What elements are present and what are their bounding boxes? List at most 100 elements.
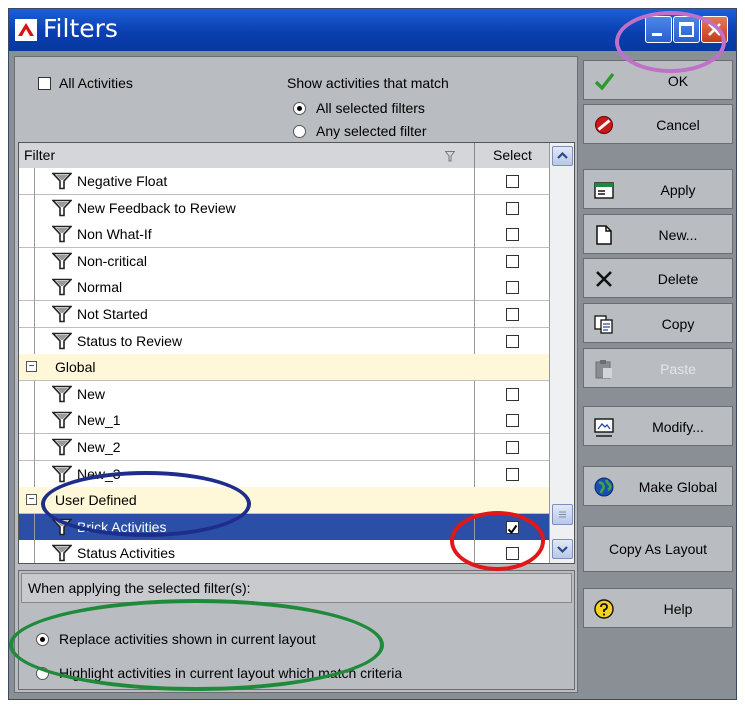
select-cell — [474, 460, 549, 488]
tree-line — [34, 168, 35, 195]
filter-row[interactable]: Brick Activities — [19, 513, 549, 541]
collapse-toggle[interactable]: − — [26, 494, 37, 506]
filter-funnel-icon — [52, 385, 72, 403]
grip-icon — [559, 511, 566, 518]
copy-button[interactable]: Copy — [583, 303, 733, 343]
paste-button[interactable]: Paste — [583, 348, 733, 388]
delete-button[interactable]: Delete — [583, 258, 733, 298]
help-icon — [594, 599, 614, 619]
delete-x-icon — [596, 271, 612, 287]
select-checkbox[interactable] — [506, 520, 519, 534]
action-buttons: OK Cancel Apply New... Delete Copy Paste Modify… — [583, 56, 733, 693]
button-label: Help — [663, 601, 693, 617]
new-document-icon — [596, 225, 612, 245]
filter-row[interactable]: Non-critical — [19, 247, 549, 275]
select-checkbox[interactable] — [506, 175, 519, 188]
match-heading: Show activities that match — [287, 75, 449, 91]
replace-activities-radio[interactable] — [36, 633, 49, 646]
make-global-button[interactable]: Make Global — [583, 466, 733, 506]
select-checkbox[interactable] — [506, 334, 519, 348]
scroll-up-button[interactable] — [552, 146, 573, 166]
select-checkbox[interactable] — [506, 387, 519, 401]
apply-options-bar: When applying the selected filter(s): — [21, 573, 572, 603]
select-cell — [474, 434, 549, 461]
filter-panel: All Activities Show activities that matc… — [14, 56, 578, 693]
group-row[interactable]: − Global — [19, 354, 549, 382]
tree-line — [34, 434, 35, 461]
collapse-toggle[interactable]: − — [26, 361, 37, 373]
help-button[interactable]: Help — [583, 588, 733, 628]
filter-name: New_3 — [77, 465, 121, 482]
tree-line — [34, 194, 35, 222]
filter-row[interactable]: New_3 — [19, 460, 549, 488]
highlight-activities-label: Highlight activities in current layout w… — [59, 665, 403, 681]
filter-funnel-icon — [52, 225, 72, 243]
select-checkbox[interactable] — [506, 441, 519, 454]
group-label: Global — [55, 359, 96, 376]
filter-row[interactable]: Normal — [19, 274, 549, 302]
select-cell — [474, 540, 549, 563]
filter-row[interactable]: Status to Review — [19, 327, 549, 355]
filter-name: Brick Activities — [77, 518, 167, 535]
new-button[interactable]: New... — [583, 214, 733, 254]
filter-row[interactable]: Negative Float — [19, 168, 549, 195]
filter-row[interactable]: Not Started — [19, 301, 549, 328]
filter-name: New_1 — [77, 412, 121, 429]
scroll-down-button[interactable] — [552, 539, 573, 559]
filter-column-header[interactable]: Filter — [24, 147, 55, 163]
close-icon — [708, 23, 721, 36]
filter-row[interactable]: New_2 — [19, 434, 549, 461]
all-activities-checkbox[interactable] — [38, 77, 51, 90]
filter-row[interactable]: Non What-If — [19, 221, 549, 249]
scroll-thumb[interactable] — [552, 504, 573, 525]
select-checkbox[interactable] — [506, 308, 519, 321]
filter-funnel-icon — [52, 518, 72, 536]
tree-line — [34, 301, 35, 328]
button-label: Paste — [660, 361, 696, 377]
match-all-radio[interactable] — [293, 102, 306, 115]
select-cell — [474, 194, 549, 222]
minimize-button[interactable] — [645, 16, 672, 43]
close-button[interactable] — [701, 16, 728, 43]
vertical-scrollbar[interactable] — [549, 143, 574, 563]
all-activities-label: All Activities — [59, 75, 133, 91]
select-column-header[interactable]: Select — [493, 147, 532, 163]
ok-button[interactable]: OK — [583, 60, 733, 100]
tree-line — [34, 327, 35, 355]
maximize-button[interactable] — [673, 16, 700, 43]
modify-button[interactable]: Modify... — [583, 406, 733, 446]
select-checkbox[interactable] — [506, 467, 519, 481]
select-checkbox[interactable] — [506, 201, 519, 215]
select-checkbox[interactable] — [506, 414, 519, 428]
select-cell — [474, 407, 549, 435]
filter-row[interactable]: New_1 — [19, 407, 549, 435]
filter-name: Status to Review — [77, 332, 183, 349]
match-any-radio[interactable] — [293, 125, 306, 138]
select-cell — [474, 274, 549, 302]
filter-row[interactable]: New — [19, 380, 549, 408]
filter-funnel-icon — [52, 465, 72, 482]
tree-line — [34, 407, 35, 435]
apply-button[interactable]: Apply — [583, 169, 733, 209]
highlight-activities-radio[interactable] — [36, 667, 49, 680]
cancel-button[interactable]: Cancel — [583, 104, 733, 144]
select-cell — [474, 247, 549, 275]
filter-row[interactable]: Status Activities — [19, 540, 549, 563]
group-row[interactable]: − User Defined — [19, 487, 549, 515]
select-checkbox[interactable] — [506, 281, 519, 295]
select-checkbox[interactable] — [506, 254, 519, 268]
tree-line — [34, 247, 35, 275]
button-label: Delete — [657, 271, 699, 287]
paste-icon — [595, 360, 612, 379]
button-label: Cancel — [656, 117, 700, 133]
select-checkbox[interactable] — [506, 547, 519, 561]
filter-name: Non What-If — [77, 226, 152, 243]
select-checkbox[interactable] — [506, 228, 519, 242]
maximize-icon — [679, 22, 694, 37]
copy-as-layout-button[interactable]: Copy As Layout — [583, 526, 733, 572]
button-label: Copy As Layout — [608, 541, 708, 557]
filter-name: New_2 — [77, 439, 121, 455]
filter-row[interactable]: New Feedback to Review — [19, 194, 549, 222]
column-filter-icon[interactable] — [445, 151, 455, 162]
copy-icon — [594, 315, 613, 334]
